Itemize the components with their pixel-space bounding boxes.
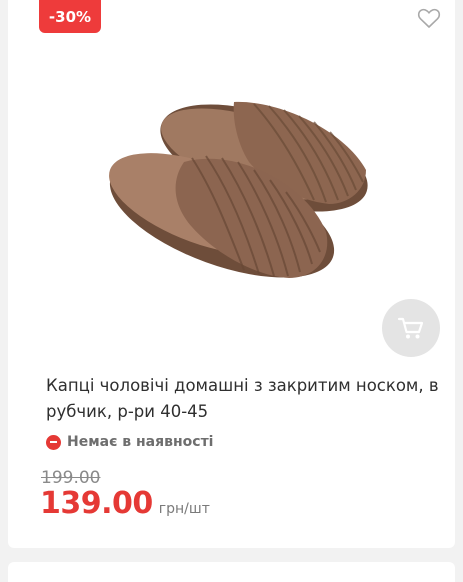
product-card[interactable]: -30% Капці чоловічі домашні з закритим н… — [8, 0, 455, 548]
price-unit: грн/шт — [158, 501, 210, 517]
add-to-cart-button[interactable] — [382, 299, 440, 357]
price-row: 139.00 грн/шт — [40, 486, 210, 521]
discount-badge: -30% — [39, 0, 101, 33]
old-price: 199.00 — [41, 468, 101, 488]
availability-text: Немає в наявності — [67, 434, 214, 450]
cart-icon — [397, 317, 424, 339]
product-image[interactable] — [104, 92, 374, 287]
product-title[interactable]: Капці чоловічі домашні з закритим носком… — [46, 373, 446, 425]
availability-status: Немає в наявності — [46, 432, 213, 452]
minus-circle-icon — [46, 434, 61, 450]
heart-icon[interactable] — [416, 6, 442, 30]
next-product-card[interactable] — [8, 562, 455, 582]
current-price: 139.00 — [40, 486, 153, 521]
